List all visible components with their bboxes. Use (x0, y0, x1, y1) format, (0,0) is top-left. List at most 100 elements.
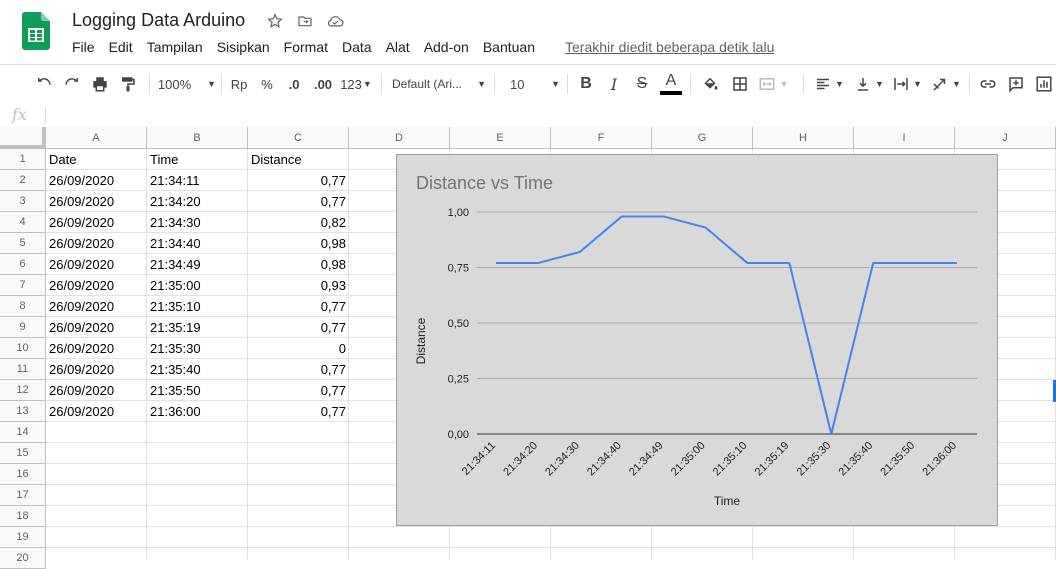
cell-distance[interactable]: 0,98 (248, 233, 349, 254)
menu-edit[interactable]: Edit (102, 38, 140, 56)
cell-date[interactable]: 26/09/2020 (46, 317, 147, 338)
cell-date[interactable]: 26/09/2020 (46, 296, 147, 317)
insert-link-icon[interactable] (976, 65, 1000, 103)
cell-distance[interactable]: 0,77 (248, 317, 349, 338)
cell-date[interactable]: 26/09/2020 (46, 401, 147, 422)
text-color-button[interactable]: A (659, 65, 683, 103)
column-header-a[interactable]: A (46, 127, 147, 149)
strikethrough-button[interactable]: S (631, 65, 653, 103)
text-rotation-icon[interactable]: ▼ (928, 65, 964, 103)
row-header[interactable]: 14 (0, 422, 46, 443)
menu-data[interactable]: Data (335, 38, 379, 56)
cell-date[interactable]: 26/09/2020 (46, 233, 147, 254)
vertical-align-icon[interactable]: ▼ (852, 65, 886, 103)
text-wrap-icon[interactable]: ▼ (890, 65, 924, 103)
column-header-h[interactable]: H (753, 127, 854, 149)
percent-format-button[interactable]: % (256, 65, 278, 103)
bold-button[interactable]: B (575, 65, 597, 103)
redo-icon[interactable] (60, 65, 84, 103)
menu-view[interactable]: Tampilan (140, 38, 210, 56)
line-chart[interactable]: Distance vs Time 0,00 0,25 0,50 0,75 1,00 21:… (396, 154, 998, 526)
row-header[interactable]: 10 (0, 338, 46, 359)
paint-format-icon[interactable] (116, 65, 140, 103)
column-header-d[interactable]: D (349, 127, 450, 149)
cell-time[interactable]: 21:34:20 (147, 191, 248, 212)
cell-distance[interactable]: 0,77 (248, 401, 349, 422)
move-to-folder-icon[interactable] (296, 12, 314, 30)
row-header[interactable]: 4 (0, 212, 46, 233)
formula-input[interactable] (52, 103, 1042, 127)
cell-date[interactable]: 26/09/2020 (46, 212, 147, 233)
cell-distance[interactable]: 0 (248, 338, 349, 359)
cloud-status-icon[interactable] (326, 12, 344, 30)
row-header[interactable]: 6 (0, 254, 46, 275)
column-header-b[interactable]: B (147, 127, 248, 149)
document-title[interactable]: Logging Data Arduino (72, 10, 245, 31)
zoom-select[interactable]: 100% ▼ (158, 65, 216, 103)
menu-file[interactable]: File (65, 38, 102, 56)
cell-date[interactable]: 26/09/2020 (46, 275, 147, 296)
cell-time[interactable]: 21:34:11 (147, 170, 248, 191)
cell-time[interactable]: 21:34:40 (147, 233, 248, 254)
row-header[interactable]: 19 (0, 527, 46, 548)
column-header-j[interactable]: J (955, 127, 1056, 149)
italic-button[interactable]: I (603, 65, 625, 103)
font-size-select[interactable]: 10 ▼ (504, 65, 560, 103)
row-header[interactable]: 12 (0, 380, 46, 401)
row-header[interactable]: 20 (0, 548, 46, 569)
horizontal-align-icon[interactable]: ▼ (812, 65, 846, 103)
column-header-f[interactable]: F (551, 127, 652, 149)
insert-chart-icon[interactable] (1032, 65, 1056, 103)
increase-decimal-button[interactable]: .00 (310, 65, 336, 103)
cell-header-distance[interactable]: Distance (248, 149, 349, 170)
cell-date[interactable]: 26/09/2020 (46, 338, 147, 359)
menu-format[interactable]: Format (277, 38, 335, 56)
cell-date[interactable]: 26/09/2020 (46, 359, 147, 380)
cell-header-date[interactable]: Date (46, 149, 147, 170)
cell-distance[interactable]: 0,82 (248, 212, 349, 233)
row-header[interactable]: 9 (0, 317, 46, 338)
row-header[interactable]: 18 (0, 506, 46, 527)
row-header[interactable]: 3 (0, 191, 46, 212)
menu-help[interactable]: Bantuan (476, 38, 542, 56)
decrease-decimal-button[interactable]: .0 (282, 65, 306, 103)
menu-addons[interactable]: Add-on (417, 38, 476, 56)
print-icon[interactable] (88, 65, 112, 103)
cell-distance[interactable]: 0,77 (248, 191, 349, 212)
cell-distance[interactable]: 0,77 (248, 380, 349, 401)
more-formats-button[interactable]: 123 ▼ (339, 65, 373, 103)
cell-distance[interactable]: 0,77 (248, 296, 349, 317)
cell-time[interactable]: 21:35:00 (147, 275, 248, 296)
cell-time[interactable]: 21:36:00 (147, 401, 248, 422)
cell-date[interactable]: 26/09/2020 (46, 254, 147, 275)
sheets-logo-icon[interactable] (22, 12, 50, 50)
borders-icon[interactable] (728, 65, 752, 103)
cell-time[interactable]: 21:35:50 (147, 380, 248, 401)
fill-color-icon[interactable] (698, 65, 722, 103)
currency-format-button[interactable]: Rp (228, 65, 250, 103)
cell-time[interactable]: 21:34:30 (147, 212, 248, 233)
cell-time[interactable]: 21:35:30 (147, 338, 248, 359)
cell-distance[interactable]: 0,98 (248, 254, 349, 275)
row-header[interactable]: 17 (0, 485, 46, 506)
undo-icon[interactable] (32, 65, 56, 103)
cell-header-time[interactable]: Time (147, 149, 248, 170)
cell-distance[interactable]: 0,77 (248, 170, 349, 191)
row-header[interactable]: 13 (0, 401, 46, 422)
font-family-select[interactable]: Default (Ari... ▼ (392, 65, 486, 103)
row-header[interactable]: 16 (0, 464, 46, 485)
menu-tools[interactable]: Alat (379, 38, 417, 56)
insert-comment-icon[interactable] (1004, 65, 1028, 103)
cell-distance[interactable]: 0,77 (248, 359, 349, 380)
cell-date[interactable]: 26/09/2020 (46, 191, 147, 212)
menu-insert[interactable]: Sisipkan (210, 38, 277, 56)
row-header[interactable]: 8 (0, 296, 46, 317)
star-icon[interactable] (266, 12, 284, 30)
cell-distance[interactable]: 0,93 (248, 275, 349, 296)
row-header[interactable]: 1 (0, 149, 46, 170)
column-header-c[interactable]: C (248, 127, 349, 149)
row-header[interactable]: 5 (0, 233, 46, 254)
cell-date[interactable]: 26/09/2020 (46, 170, 147, 191)
row-header[interactable]: 15 (0, 443, 46, 464)
row-header[interactable]: 11 (0, 359, 46, 380)
